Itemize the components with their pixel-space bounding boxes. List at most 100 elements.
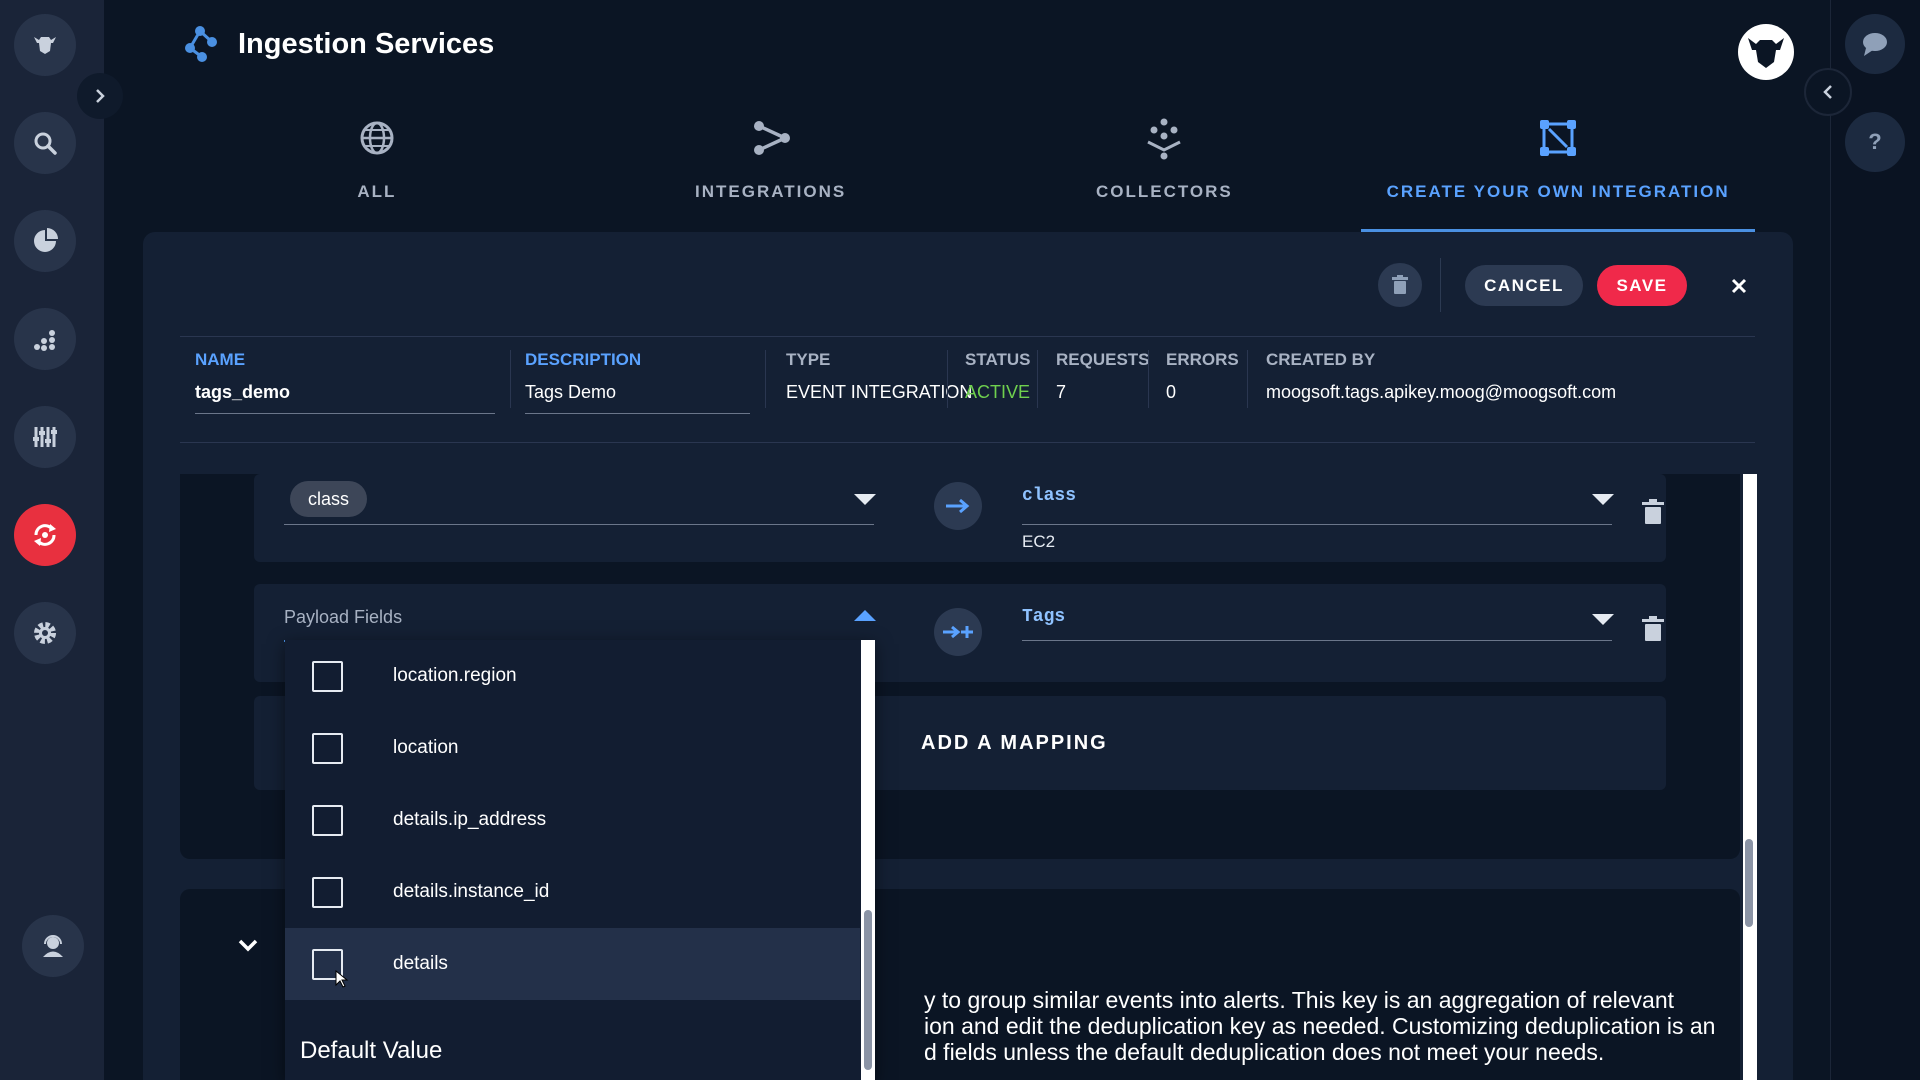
sliders-icon	[33, 427, 57, 447]
description-field[interactable]: DESCRIPTION Tags Demo	[525, 350, 750, 414]
tab-all[interactable]: ALL	[180, 108, 574, 232]
source-dropdown-caret-up-icon[interactable]	[854, 610, 876, 621]
info-divider	[510, 350, 511, 408]
info-divider	[1247, 350, 1248, 408]
mapping-row-class: class class EC2	[254, 474, 1666, 562]
source-dropdown-caret-icon[interactable]	[854, 494, 876, 505]
status-field: STATUS ACTIVE	[965, 350, 1030, 403]
delete-mapping-icon[interactable]	[1641, 616, 1665, 642]
dropdown-option[interactable]: location	[285, 712, 860, 784]
toolbar-separator	[180, 336, 1755, 337]
option-label: details.ip_address	[393, 809, 547, 830]
panel-toolbar: CANCEL SAVE	[143, 232, 1793, 337]
ingestion-button[interactable]	[14, 504, 76, 566]
toolbar-divider	[1440, 258, 1441, 312]
bull-avatar-icon	[1748, 38, 1784, 68]
chat-button[interactable]	[1845, 14, 1905, 74]
option-checkbox[interactable]	[312, 804, 343, 836]
cancel-button[interactable]: CANCEL	[1465, 265, 1583, 306]
payload-fields-dropdown: location.region location details.ip_addr…	[285, 640, 875, 1080]
requests-label: REQUESTS	[1056, 350, 1150, 369]
close-button[interactable]	[1719, 266, 1759, 306]
home-logo-button[interactable]	[14, 14, 76, 76]
payload-fields-placeholder[interactable]: Payload Fields	[284, 607, 402, 628]
arrow-plus-icon	[943, 625, 973, 639]
tab-collectors[interactable]: COLLECTORS	[968, 108, 1362, 232]
target-dropdown-caret-icon[interactable]	[1592, 614, 1614, 625]
option-label: location.region	[393, 665, 517, 686]
share-icon	[753, 121, 790, 155]
name-value: tags_demo	[195, 382, 291, 402]
tab-integrations-label: INTEGRATIONS	[695, 182, 847, 201]
scatter-chart-icon	[34, 330, 55, 351]
errors-value: 0	[1166, 382, 1177, 402]
info-divider	[765, 350, 766, 408]
tab-all-label: ALL	[357, 182, 397, 201]
source-dropdown-underline	[284, 524, 874, 525]
dropdown-option[interactable]: location.region	[285, 640, 860, 712]
type-label: TYPE	[786, 350, 831, 369]
option-checkbox[interactable]	[312, 732, 343, 764]
name-field[interactable]: NAME tags_demo	[195, 350, 495, 414]
dedup-description: y to group similar events into alerts. T…	[924, 987, 1744, 1065]
option-checkbox[interactable]	[312, 660, 343, 692]
dropdown-option[interactable]: details	[285, 928, 860, 1000]
dropdown-option[interactable]: details.ip_address	[285, 784, 860, 856]
left-navigation-rail	[0, 0, 104, 1080]
description-value: Tags Demo	[525, 382, 617, 402]
panel-scrollbar-track[interactable]	[1743, 474, 1757, 1080]
right-rail: ?	[1830, 0, 1920, 1080]
settings-sliders-button[interactable]	[14, 406, 76, 468]
target-dropdown-caret-icon[interactable]	[1592, 494, 1614, 505]
map-arrow-button[interactable]	[934, 482, 982, 530]
user-avatar[interactable]	[1738, 24, 1794, 80]
dedup-line-2: ion and edit the deduplication key as ne…	[924, 1013, 1716, 1039]
chevron-down-icon[interactable]	[236, 937, 260, 953]
target-field-name[interactable]: Tags	[1022, 607, 1065, 627]
option-checkbox[interactable]	[312, 876, 343, 908]
tab-create-your-own-integration[interactable]: CREATE YOUR OWN INTEGRATION	[1361, 108, 1755, 232]
status-label: STATUS	[965, 350, 1031, 369]
svg-text:?: ?	[1868, 129, 1881, 154]
delete-integration-button[interactable]	[1378, 263, 1422, 307]
integration-info-row: NAME tags_demo DESCRIPTION Tags Demo TYP…	[180, 350, 1755, 442]
expand-rail-button[interactable]	[77, 73, 123, 119]
gear-icon	[34, 622, 56, 644]
support-button[interactable]	[22, 915, 84, 977]
add-mapping-label: ADD A MAPPING	[921, 732, 1108, 754]
requests-value: 7	[1056, 382, 1067, 402]
search-icon	[34, 132, 57, 155]
name-label: NAME	[195, 350, 246, 369]
search-button[interactable]	[14, 112, 76, 174]
target-field-name[interactable]: class	[1022, 486, 1076, 506]
globe-icon	[360, 121, 394, 155]
delete-mapping-icon[interactable]	[1641, 499, 1665, 525]
source-field-chip[interactable]: class	[290, 481, 368, 517]
support-agent-icon	[43, 935, 63, 957]
collapse-right-rail-button[interactable]	[1804, 68, 1852, 116]
type-value: EVENT INTEGRATION	[786, 382, 973, 402]
info-divider	[1148, 350, 1149, 408]
type-field: TYPE EVENT INTEGRATION	[786, 350, 972, 403]
dashboards-button[interactable]	[14, 210, 76, 272]
dropdown-scrollbar-thumb[interactable]	[864, 910, 872, 1070]
help-button[interactable]: ?	[1845, 112, 1905, 172]
dropdown-option[interactable]: details.instance_id	[285, 856, 860, 928]
panel-scrollbar-thumb[interactable]	[1745, 839, 1753, 927]
mouse-cursor-icon	[335, 970, 349, 988]
tab-integrations[interactable]: INTEGRATIONS	[574, 108, 968, 232]
save-button[interactable]: SAVE	[1597, 265, 1687, 306]
dedup-line-3: d fields unless the default deduplicatio…	[924, 1039, 1605, 1065]
map-add-arrow-button[interactable]	[934, 608, 982, 656]
option-label: details	[393, 953, 448, 974]
tab-create-label: CREATE YOUR OWN INTEGRATION	[1386, 182, 1730, 201]
analytics-button[interactable]	[14, 308, 76, 370]
gear-button[interactable]	[14, 602, 76, 664]
trash-icon	[1392, 275, 1408, 294]
info-divider	[947, 350, 948, 408]
custom-integration-icon	[1540, 120, 1577, 156]
tab-bar: ALL INTEGRATIONS COLLECTORS CREATE YOUR …	[180, 108, 1755, 232]
chevron-right-icon	[96, 89, 105, 103]
info-divider	[1037, 350, 1038, 408]
collectors-icon	[1147, 118, 1182, 160]
